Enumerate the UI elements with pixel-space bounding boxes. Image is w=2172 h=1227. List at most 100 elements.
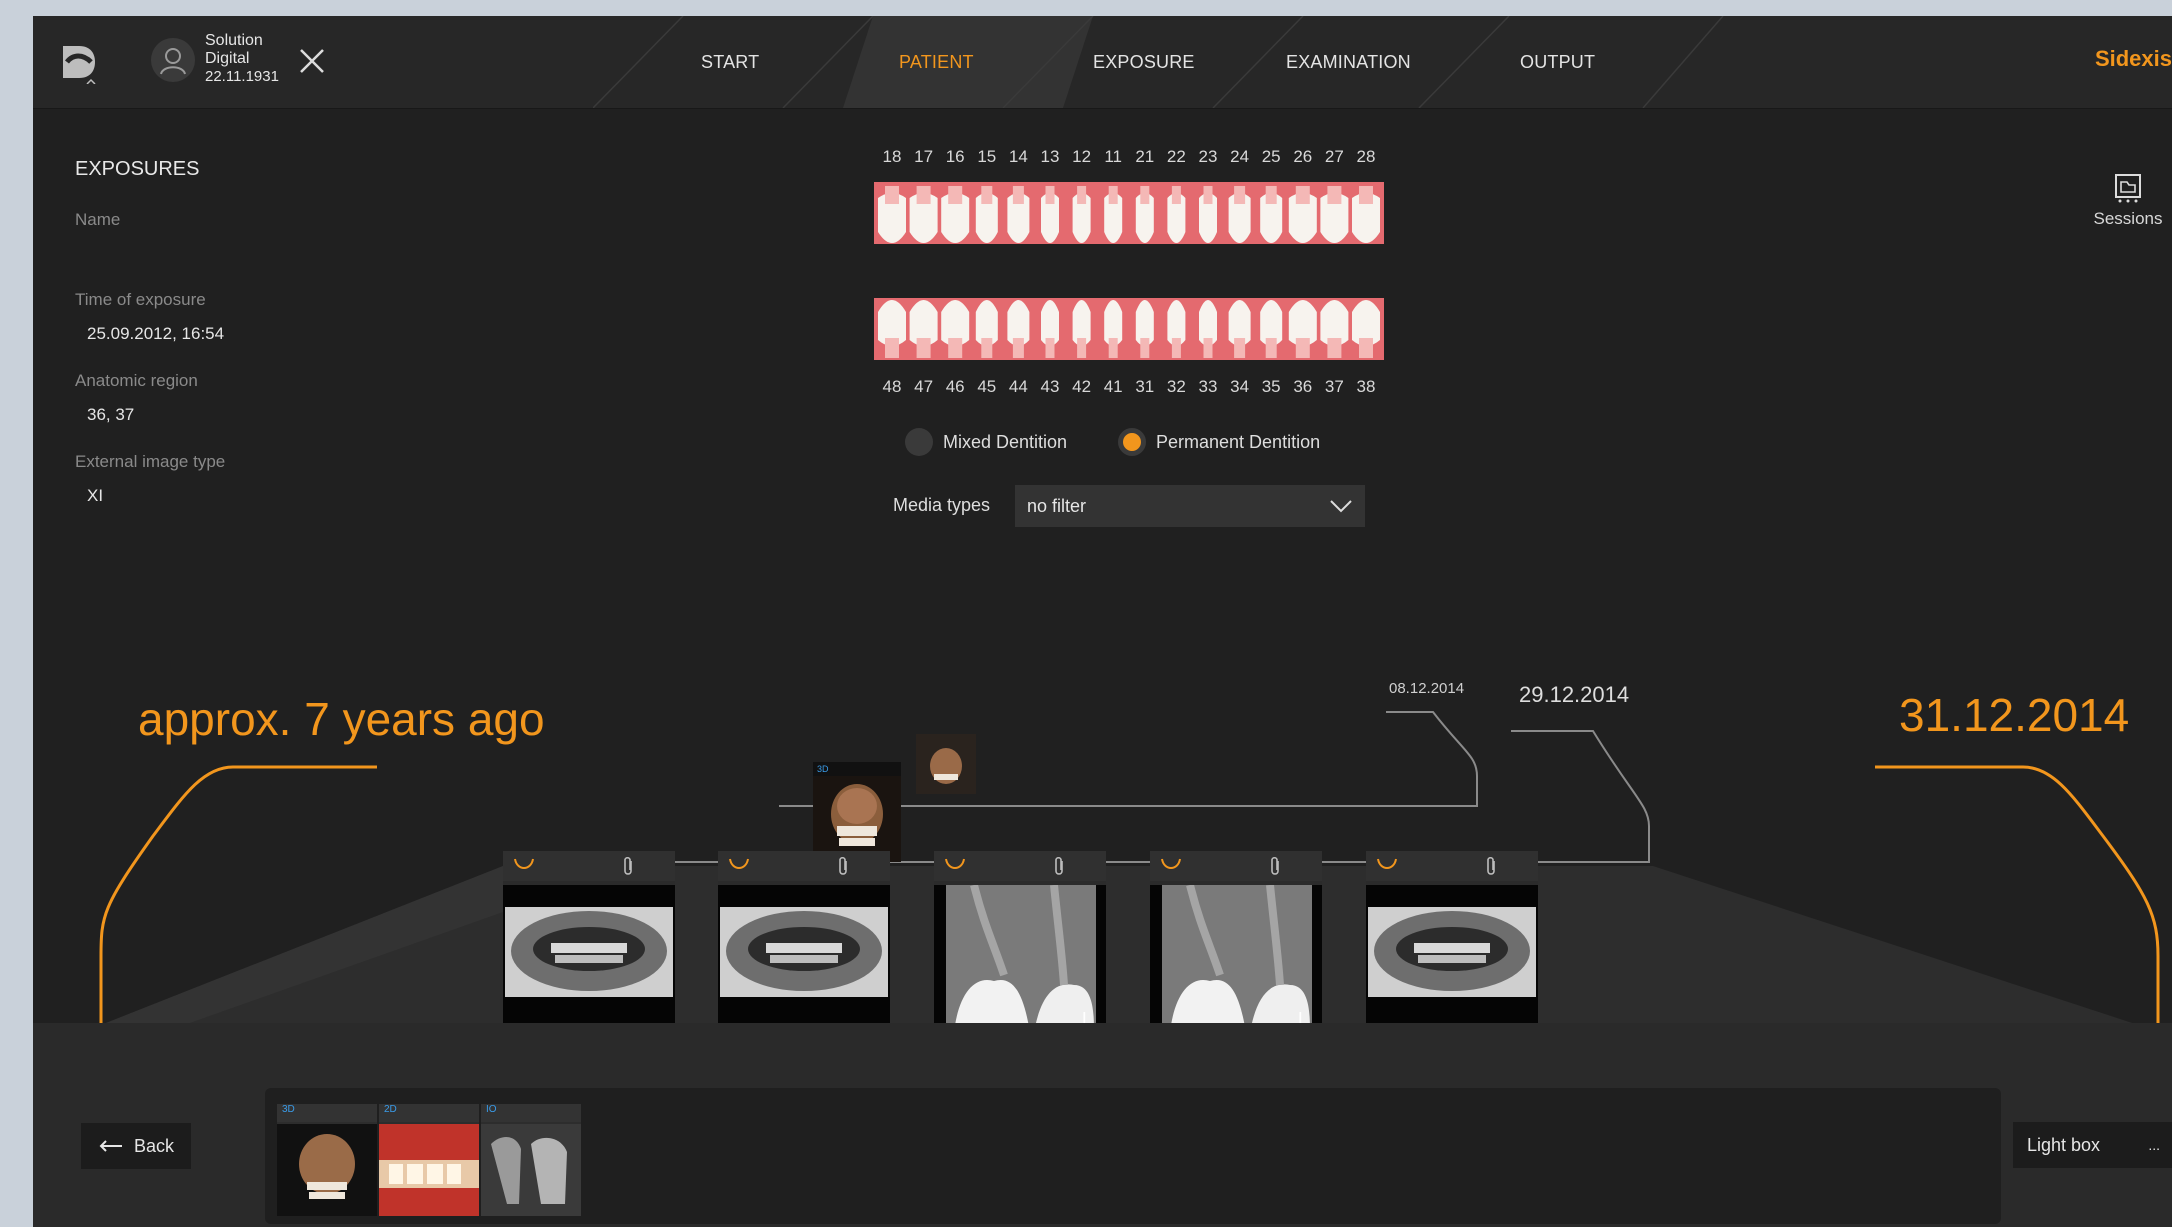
thumb-2d-badge: 2D [384,1104,397,1115]
tooth-number-upper[interactable]: 27 [1319,147,1349,167]
patient-name-first: Solution [205,32,263,49]
permanent-dentition-option[interactable]: Permanent Dentition [1118,426,1320,458]
image-type-label: External image type [75,452,226,471]
mini-3d-badge: 3D [817,764,829,774]
intraoral-xray-graphic: L [1150,885,1322,1033]
thumb-io-header: IO [481,1104,581,1122]
panoramic-xray-graphic [1366,885,1538,1033]
tooth-number-upper[interactable]: 26 [1288,147,1318,167]
panoramic-xray-graphic [718,885,890,1033]
xray-card-header [1366,851,1538,881]
patient-avatar[interactable] [151,38,195,82]
tooth-number-upper[interactable]: 17 [909,147,939,167]
jaw-icon [1377,858,1397,869]
tooth-root-upper [1108,186,1118,204]
tooth-number-upper[interactable]: 22 [1161,147,1191,167]
xray-image [718,885,890,1033]
tooth-root-upper [1295,186,1310,204]
dental-chart[interactable] [874,182,1384,384]
tooth-root-upper [1012,186,1024,204]
thumb-io[interactable]: IO [481,1104,581,1216]
permanent-dentition-radio[interactable] [1118,428,1146,456]
tab-output[interactable]: OUTPUT [1520,52,1595,73]
paperclip-icon[interactable] [836,855,850,877]
region-label: Anatomic region [75,371,198,390]
media-types-select[interactable]: no filter [1015,485,1365,527]
tooth-number-upper[interactable]: 24 [1225,147,1255,167]
tab-patient[interactable]: PATIENT [899,52,974,73]
lightbox-more[interactable]: ... [2148,1137,2160,1153]
xray-card[interactable] [718,851,890,1037]
media-types-label: Media types [893,495,991,515]
tooth-number-upper[interactable]: 21 [1130,147,1160,167]
mixed-dentition-option[interactable]: Mixed Dentition [905,426,1067,458]
tooth-number-upper[interactable]: 16 [940,147,970,167]
jaw-icon [945,858,965,869]
tooth-number-upper[interactable]: 25 [1256,147,1286,167]
patient-dob: 22.11.1931 [205,68,279,85]
tooth-root-lower [1045,338,1055,358]
tooth-root-lower [1327,338,1342,358]
time-label: Time of exposure [75,290,206,309]
tooth-root-lower [1234,338,1246,358]
xray-card[interactable]: L [1150,851,1322,1037]
paperclip-icon[interactable] [1268,855,1282,877]
name-label: Name [75,210,121,229]
close-patient-icon[interactable] [297,46,327,76]
tab-examination[interactable]: EXAMINATION [1286,52,1411,73]
timeline-start-label: approx. 7 years ago [138,693,545,745]
tooth-root-upper [981,186,993,204]
tooth-root-upper [1140,186,1150,204]
xray-card[interactable]: L [934,851,1106,1037]
sidexis-logo-icon[interactable] [57,40,101,84]
xray-thumbnail [481,1124,581,1216]
tooth-root-lower [1359,338,1373,358]
tooth-number-upper[interactable]: 18 [877,147,907,167]
tooth-number-upper[interactable]: 23 [1193,147,1223,167]
xray-card-header [503,851,675,881]
paperclip-icon[interactable] [1052,855,1066,877]
paperclip-icon[interactable] [1484,855,1498,877]
tooth-number-upper[interactable]: 14 [1003,147,1033,167]
tooth-number-upper[interactable]: 12 [1067,147,1097,167]
xray-card[interactable] [1366,851,1538,1037]
jaw-icon [1161,858,1181,869]
exposures-title: EXPOSURES [75,158,200,180]
tab-exposure[interactable]: EXPOSURE [1093,52,1195,73]
timeline-end-label: 31.12.2014 [1899,689,2130,741]
skull-thumbnail [277,1124,377,1216]
thumb-3d[interactable]: 3D [277,1104,377,1216]
tab-start[interactable]: START [701,52,759,73]
date-small-label: 08.12.2014 [1389,680,1465,697]
intraoral-photo-thumbnail [379,1124,479,1216]
tooth-number-upper[interactable]: 28 [1351,147,1381,167]
thumb-2d[interactable]: 2D [379,1104,479,1216]
tooth-root-upper [1234,186,1246,204]
mini-3d-image-2[interactable] [916,734,976,794]
xray-card-header [718,851,890,881]
tooth-number-upper[interactable]: 13 [1035,147,1065,167]
intraoral-xray-graphic: L [934,885,1106,1033]
tooth-number-upper[interactable]: 15 [972,147,1002,167]
tooth-root-lower [1140,338,1150,358]
app-window: Solution Digital 22.11.1931 START PATIEN… [33,16,2172,1227]
xray-image [1366,885,1538,1033]
tooth-root-lower [1295,338,1310,358]
arrow-left-icon [99,1140,122,1152]
xray-card[interactable] [503,851,675,1037]
lightbox-button[interactable]: Light box ... [2013,1122,2172,1168]
mini-3d-image[interactable]: 3D [813,762,901,862]
panoramic-xray-graphic [503,885,675,1033]
paperclip-icon[interactable] [621,855,635,877]
tooth-root-upper [1045,186,1055,204]
back-button[interactable]: Back [81,1123,191,1169]
sessions-button[interactable]: Sessions [2088,172,2168,229]
tooth-root-upper [1327,186,1342,204]
mixed-dentition-radio[interactable] [905,428,933,456]
chevron-down-icon [1330,500,1352,513]
tooth-root-lower [948,338,963,358]
tooth-number-upper[interactable]: 11 [1098,147,1128,167]
tooth-root-upper [885,186,899,204]
image-type-value: XI [87,486,104,505]
tooth-root-lower [1203,338,1213,358]
